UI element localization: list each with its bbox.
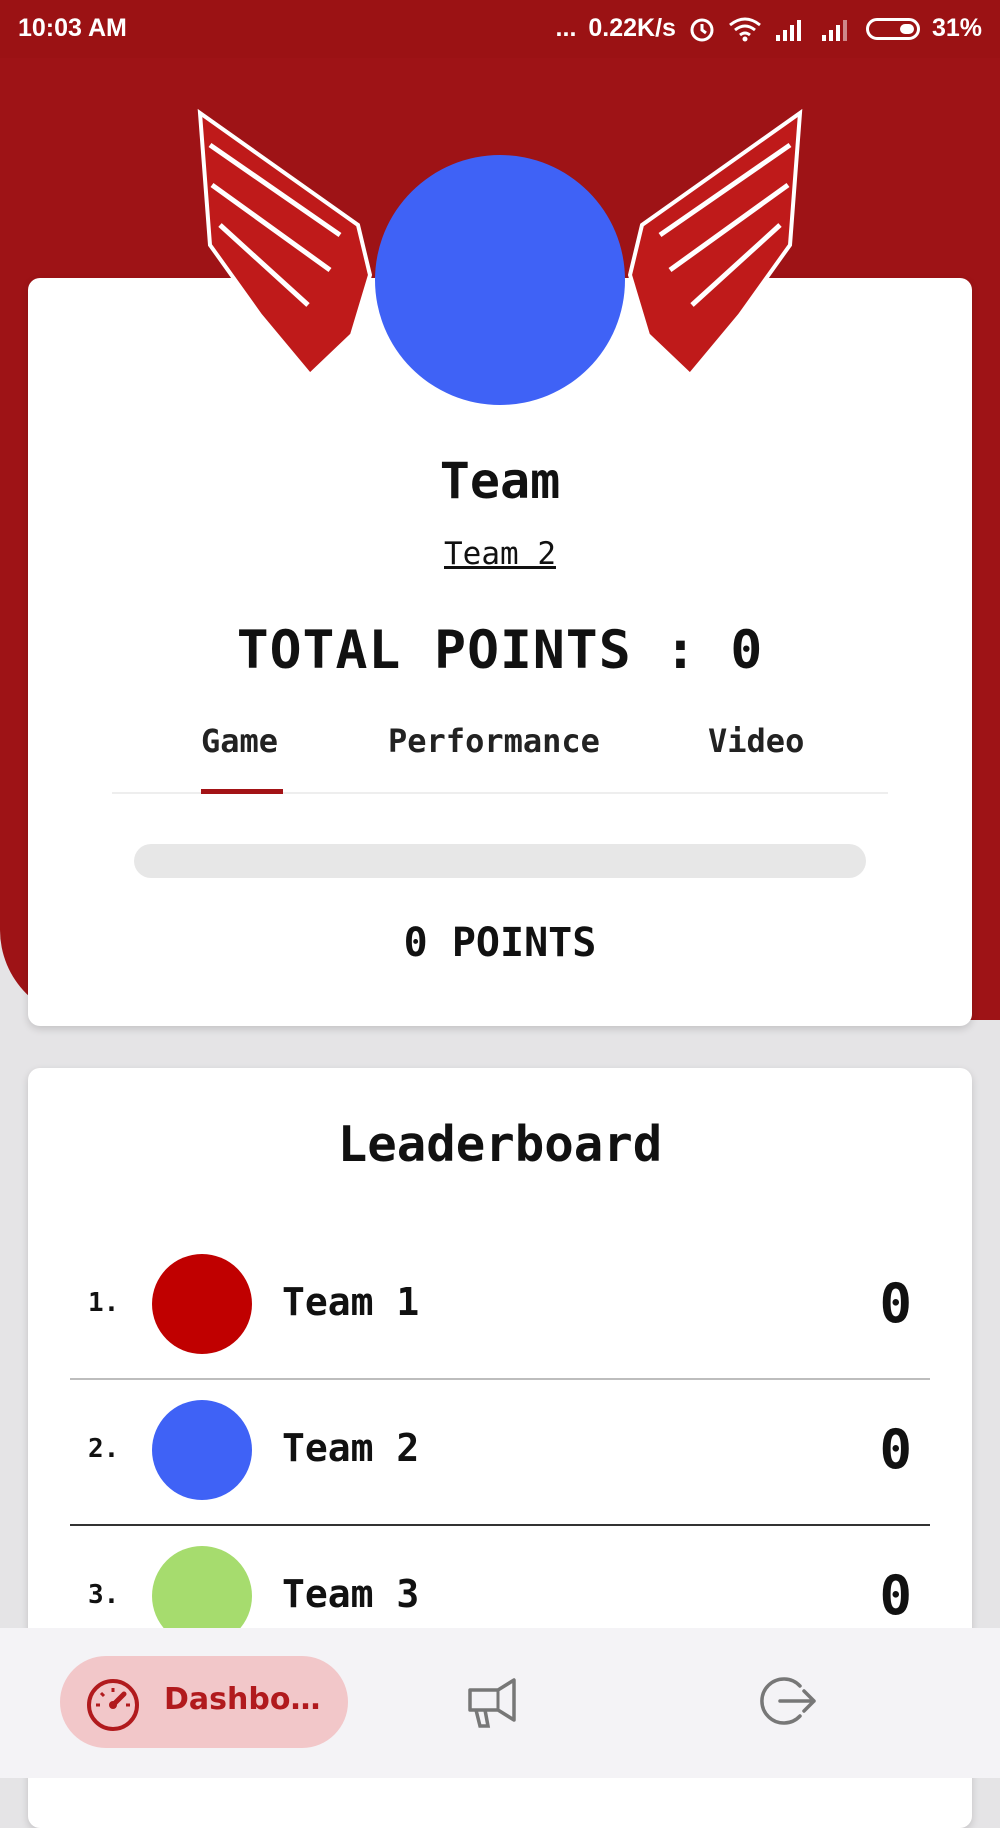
team-avatar — [152, 1400, 252, 1500]
left-wing-icon — [197, 108, 373, 378]
team-name: Team 3 — [282, 1572, 420, 1616]
bottom-navigation: Dashboard — [0, 1628, 1000, 1778]
team-heading: Team — [439, 452, 561, 510]
team-avatar — [152, 1254, 252, 1354]
leaderboard-title: Leaderboard — [337, 1116, 663, 1173]
team-name-link[interactable]: Team 2 — [0, 536, 1000, 572]
rank-number: 1. — [88, 1288, 120, 1318]
status-icons: ... 0.22K/s 31% — [556, 14, 982, 43]
team-name: Team 1 — [282, 1280, 420, 1324]
megaphone-icon[interactable] — [460, 1668, 526, 1734]
rank-number: 3. — [88, 1580, 120, 1610]
points-tabs: Game Performance Video — [112, 712, 888, 794]
right-wing-icon — [627, 108, 803, 378]
network-speed: 0.22K/s — [588, 14, 676, 42]
status-time: 10:03 AM — [18, 14, 127, 42]
points-value: 0 POINTS — [403, 920, 597, 966]
nav-dashboard-button[interactable]: Dashboard — [60, 1656, 348, 1748]
team-score: 0 — [879, 1418, 912, 1481]
team-score: 0 — [879, 1272, 912, 1335]
more-notifications-icon: ... — [555, 14, 577, 42]
points-progress-bar — [134, 844, 866, 878]
total-points-label: TOTAL POINTS : 0 — [236, 620, 764, 681]
leaderboard-row[interactable]: 1. Team 1 0 — [70, 1234, 930, 1380]
tab-video[interactable]: Video — [708, 722, 804, 760]
signal-icon-2 — [821, 19, 847, 41]
alarm-icon — [690, 18, 714, 41]
team-emblem — [197, 108, 803, 405]
speedometer-icon — [87, 1679, 139, 1731]
team-score: 0 — [879, 1564, 912, 1627]
signal-icon — [775, 19, 801, 41]
team-avatar — [375, 155, 625, 405]
tab-performance[interactable]: Performance — [388, 722, 600, 760]
battery-icon — [865, 17, 920, 40]
active-tab-indicator — [201, 789, 283, 794]
rank-number: 2. — [88, 1434, 120, 1464]
tab-game[interactable]: Game — [201, 722, 278, 760]
battery-percent: 31% — [931, 14, 982, 42]
team-name: Team 2 — [282, 1426, 420, 1470]
nav-dashboard-label: Dashboard — [164, 1682, 334, 1717]
wifi-icon — [729, 17, 761, 41]
status-bar: 10:03 AM ... 0.22K/s 31% — [0, 0, 1000, 58]
logout-icon[interactable] — [756, 1668, 822, 1734]
leaderboard-row[interactable]: 2. Team 2 0 — [70, 1380, 930, 1526]
